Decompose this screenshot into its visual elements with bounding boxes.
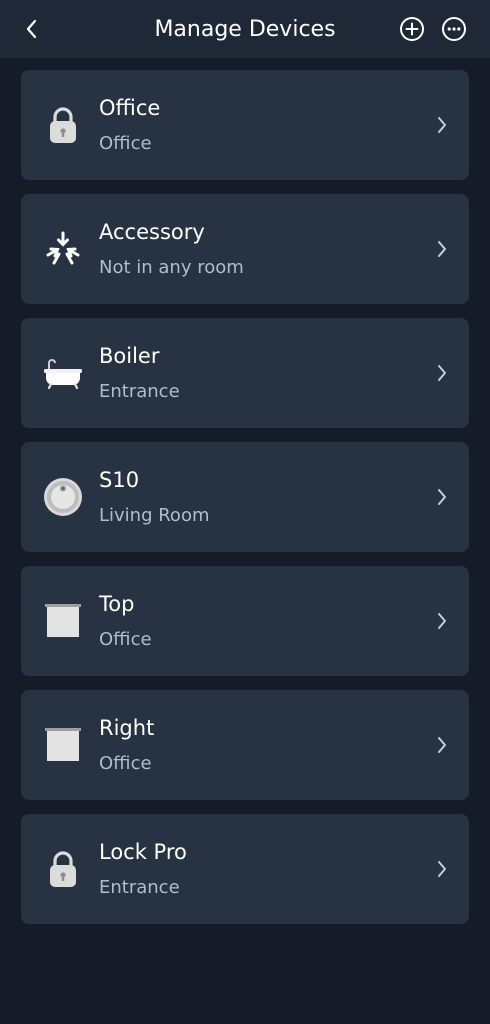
chevron-right-icon [435,115,449,135]
robot-vacuum-icon [43,477,83,517]
chevron-right-icon [435,239,449,259]
lock-icon [43,105,83,145]
device-room: Office [99,753,152,774]
device-name: S10 [99,468,140,492]
device-room: Living Room [99,505,210,526]
device-room: Office [99,629,152,650]
back-button[interactable] [16,14,46,44]
device-name: Lock Pro [99,840,187,864]
plus-circle-icon [400,17,424,41]
device-room: Entrance [99,877,180,898]
window-blind-icon [43,725,83,765]
device-item-accessory[interactable]: Accessory Not in any room [21,194,469,304]
device-item-top[interactable]: Top Office [21,566,469,676]
device-list: Office Office Accessory Not in any room … [21,70,469,938]
device-name: Right [99,716,155,740]
device-item-boiler[interactable]: Boiler Entrance [21,318,469,428]
chevron-right-icon [435,611,449,631]
chevron-left-icon [26,19,37,39]
window-blind-icon [43,601,83,641]
lock-icon [43,849,83,889]
add-device-button[interactable] [399,16,425,42]
bathtub-icon [43,353,83,393]
device-room: Not in any room [99,257,244,278]
chevron-right-icon [435,735,449,755]
chevron-right-icon [435,859,449,879]
manage-devices-screen: Manage Devices Office Office Accessory N… [0,0,490,1024]
top-app-bar: Manage Devices [0,0,490,58]
device-item-lock-pro[interactable]: Lock Pro Entrance [21,814,469,924]
more-horizontal-icon [442,17,466,41]
device-name: Boiler [99,344,160,368]
device-name: Top [99,592,135,616]
device-item-right[interactable]: Right Office [21,690,469,800]
device-item-office[interactable]: Office Office [21,70,469,180]
device-name: Office [99,96,161,120]
device-room: Entrance [99,381,180,402]
device-item-s10[interactable]: S10 Living Room [21,442,469,552]
device-room: Office [99,133,152,154]
accessory-icon [43,229,83,269]
chevron-right-icon [435,487,449,507]
chevron-right-icon [435,363,449,383]
device-name: Accessory [99,220,205,244]
more-options-button[interactable] [441,16,467,42]
